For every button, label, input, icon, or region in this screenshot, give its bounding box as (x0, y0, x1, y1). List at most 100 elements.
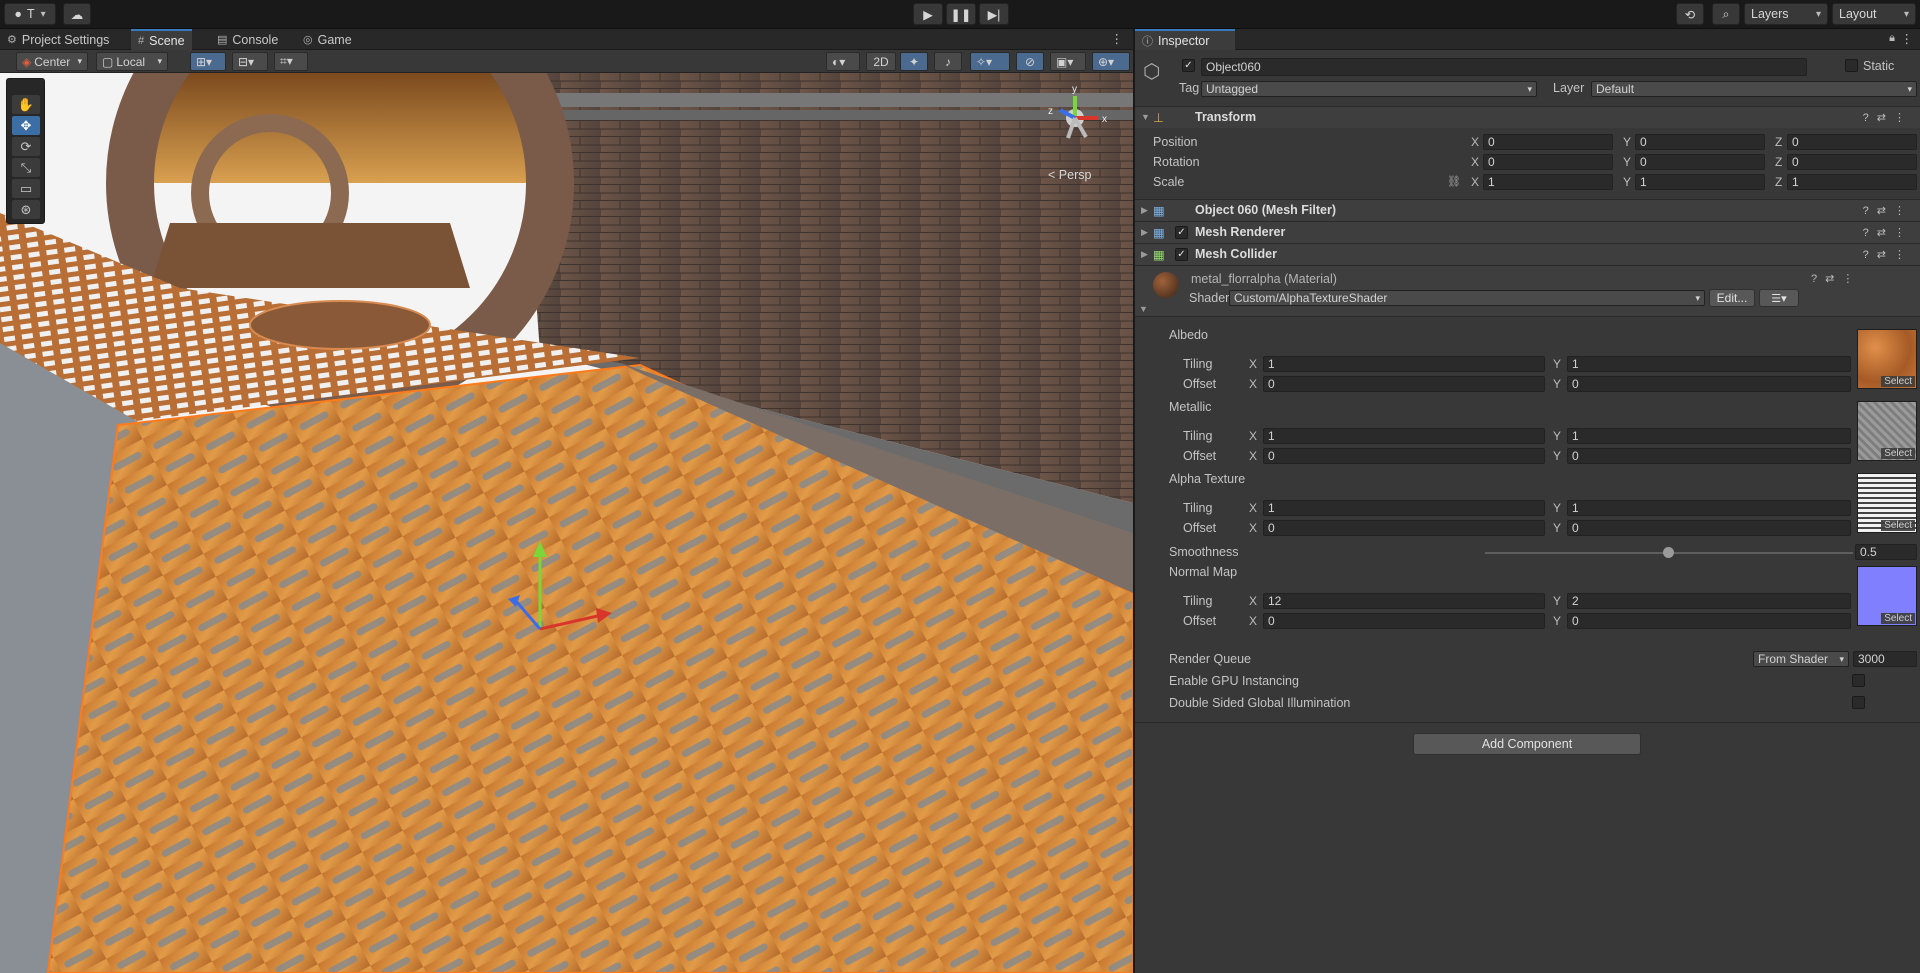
rotation-z-field[interactable]: 0 (1787, 154, 1917, 170)
account-dropdown[interactable]: ● T (4, 3, 56, 25)
tab-project-settings[interactable]: ⚙ Project Settings (0, 29, 116, 50)
layers-dropdown[interactable]: Layers (1744, 3, 1828, 25)
gizmos-button[interactable]: ⊕▾ (1092, 52, 1130, 71)
scale-z-field[interactable]: 1 (1787, 174, 1917, 190)
component-header-icons[interactable]: ?⇄⋮ (1863, 248, 1913, 261)
layer-dropdown[interactable]: Default ▾ (1591, 81, 1917, 97)
smoothness-value-field[interactable]: 0.5 (1855, 544, 1917, 560)
normal-tiling-x-field[interactable]: 12 (1263, 593, 1545, 609)
albedo-texture-slot[interactable]: Select (1857, 329, 1917, 389)
camera-settings-button[interactable]: ▣▾ (1050, 52, 1086, 71)
position-x-field[interactable]: 0 (1483, 134, 1613, 150)
alpha-offset-y-field[interactable]: 0 (1567, 520, 1851, 536)
component-header-icons[interactable]: ?⇄⋮ (1863, 226, 1913, 239)
albedo-tiling-x-field[interactable]: 1 (1263, 356, 1545, 372)
play-button[interactable]: ▶ (913, 3, 943, 25)
tab-inspector[interactable]: ⓘ Inspector (1135, 29, 1235, 50)
rect-tool-button[interactable]: ▭ (12, 179, 40, 198)
projection-label[interactable]: < Persp (1048, 168, 1091, 182)
double-sided-gi-checkbox[interactable] (1852, 696, 1865, 709)
scale-x-field[interactable]: 1 (1483, 174, 1613, 190)
alpha-tiling-x-field[interactable]: 1 (1263, 500, 1545, 516)
normal-map-texture-slot[interactable]: Select (1857, 566, 1917, 626)
mesh-collider-header[interactable]: ▶ ▦ ✓ Mesh Collider ?⇄⋮ (1135, 243, 1920, 265)
effects-button[interactable]: ✧▾ (970, 52, 1010, 71)
rotation-y-field[interactable]: 0 (1635, 154, 1765, 170)
metallic-offset-y-field[interactable]: 0 (1567, 448, 1851, 464)
gpu-instancing-checkbox[interactable] (1852, 674, 1865, 687)
position-y-field[interactable]: 0 (1635, 134, 1765, 150)
step-button[interactable]: ▶| (979, 3, 1009, 25)
shader-edit-button[interactable]: Edit... (1709, 289, 1755, 307)
metallic-texture-slot[interactable]: Select (1857, 401, 1917, 461)
metallic-tiling-y-field[interactable]: 1 (1567, 428, 1851, 444)
inspector-menu-icon[interactable]: ⋮ (1901, 31, 1914, 46)
normal-offset-y-field[interactable]: 0 (1567, 613, 1851, 629)
grid-visibility-button[interactable]: ⌗▾ (274, 52, 308, 71)
layout-dropdown[interactable]: Layout (1832, 3, 1916, 25)
history-button[interactable]: ⟲ (1676, 3, 1704, 25)
tab-menu-icon[interactable]: ⋮ (1111, 31, 1124, 46)
search-button[interactable]: ⌕ (1712, 3, 1740, 25)
tag-dropdown[interactable]: Untagged ▾ (1201, 81, 1537, 97)
component-header-icons[interactable]: ?⇄⋮ (1863, 111, 1913, 124)
tab-game[interactable]: ◎ Game (296, 29, 359, 50)
tab-console[interactable]: ▤ Console (210, 29, 285, 50)
hand-tool-button[interactable]: ✋ (12, 95, 40, 114)
albedo-offset-x-field[interactable]: 0 (1263, 376, 1545, 392)
move-tool-button[interactable]: ✥ (12, 116, 40, 135)
space-dropdown[interactable]: ▢ Local ▾ (96, 52, 168, 71)
albedo-offset-y-field[interactable]: 0 (1567, 376, 1851, 392)
audio-toggle-button[interactable]: ♪ (934, 52, 962, 71)
alpha-tiling-y-field[interactable]: 1 (1567, 500, 1851, 516)
lock-icon[interactable]: 🔒︎ (1889, 32, 1895, 45)
object-active-checkbox[interactable]: ✓ (1182, 59, 1195, 72)
hidden-objects-button[interactable]: ⊘ (1016, 52, 1044, 71)
tab-scene[interactable]: # Scene (131, 29, 192, 50)
static-checkbox[interactable] (1845, 59, 1858, 72)
render-queue-value-field[interactable]: 3000 (1853, 651, 1917, 667)
alpha-offset-x-field[interactable]: 0 (1263, 520, 1545, 536)
normal-offset-x-field[interactable]: 0 (1263, 613, 1545, 629)
transform-tool-button[interactable]: ⊛ (12, 200, 40, 219)
metallic-offset-x-field[interactable]: 0 (1263, 448, 1545, 464)
smoothness-slider-thumb[interactable] (1663, 547, 1674, 558)
mesh-renderer-enabled-checkbox[interactable]: ✓ (1175, 226, 1188, 239)
shader-options-button[interactable]: ☰▾ (1759, 289, 1799, 307)
mesh-filter-header[interactable]: ▶ ▦ Object 060 (Mesh Filter) ?⇄⋮ (1135, 199, 1920, 221)
cloud-button[interactable]: ☁ (63, 3, 91, 25)
grid-snap-button[interactable]: ⊞▾ (190, 52, 226, 71)
object-name-field[interactable]: Object060 (1201, 58, 1807, 76)
alpha-texture-slot[interactable]: Select (1857, 473, 1917, 533)
add-component-button[interactable]: Add Component (1413, 733, 1641, 755)
2d-toggle-button[interactable]: 2D (866, 52, 896, 71)
scale-y-field[interactable]: 1 (1635, 174, 1765, 190)
axis-y-label: Y (1623, 135, 1632, 149)
material-header[interactable]: ▼ metal_florralpha (Material) Shader Cus… (1135, 265, 1920, 317)
draw-mode-button[interactable]: ◐▾ (826, 52, 860, 71)
increment-snap-button[interactable]: ⊟▾ (232, 52, 268, 71)
lighting-toggle-button[interactable]: ✦ (900, 52, 928, 71)
rotation-x-field[interactable]: 0 (1483, 154, 1613, 170)
normal-tiling-y-field[interactable]: 2 (1567, 593, 1851, 609)
shader-label: Shader (1189, 291, 1230, 305)
pause-button[interactable]: ❚❚ (946, 3, 976, 25)
scale-tool-button[interactable]: ⤡ (12, 158, 40, 177)
mesh-renderer-header[interactable]: ▶ ▦ ✓ Mesh Renderer ?⇄⋮ (1135, 221, 1920, 243)
scene-viewport[interactable] (0, 73, 1133, 973)
transform-header[interactable]: ▼ ⊥ Transform ?⇄⋮ (1135, 106, 1920, 128)
material-header-icons[interactable]: ?⇄⋮ (1811, 272, 1861, 285)
shader-dropdown[interactable]: Custom/AlphaTextureShader ▾ (1229, 290, 1705, 306)
position-z-field[interactable]: 0 (1787, 134, 1917, 150)
albedo-tiling-y-field[interactable]: 1 (1567, 356, 1851, 372)
render-queue-source-dropdown[interactable]: From Shader ▾ (1753, 651, 1849, 667)
orientation-gizmo[interactable]: y x z (1040, 82, 1110, 152)
metallic-tiling-x-field[interactable]: 1 (1263, 428, 1545, 444)
tiling-label: Tiling (1183, 429, 1213, 443)
component-header-icons[interactable]: ?⇄⋮ (1863, 204, 1913, 217)
pivot-dropdown[interactable]: ◈ Center ▾ (16, 52, 88, 71)
link-icon[interactable]: ⛓ (1447, 175, 1461, 188)
mesh-collider-icon: ▦ (1153, 248, 1165, 262)
mesh-collider-enabled-checkbox[interactable]: ✓ (1175, 248, 1188, 261)
rotate-tool-button[interactable]: ⟳ (12, 137, 40, 156)
